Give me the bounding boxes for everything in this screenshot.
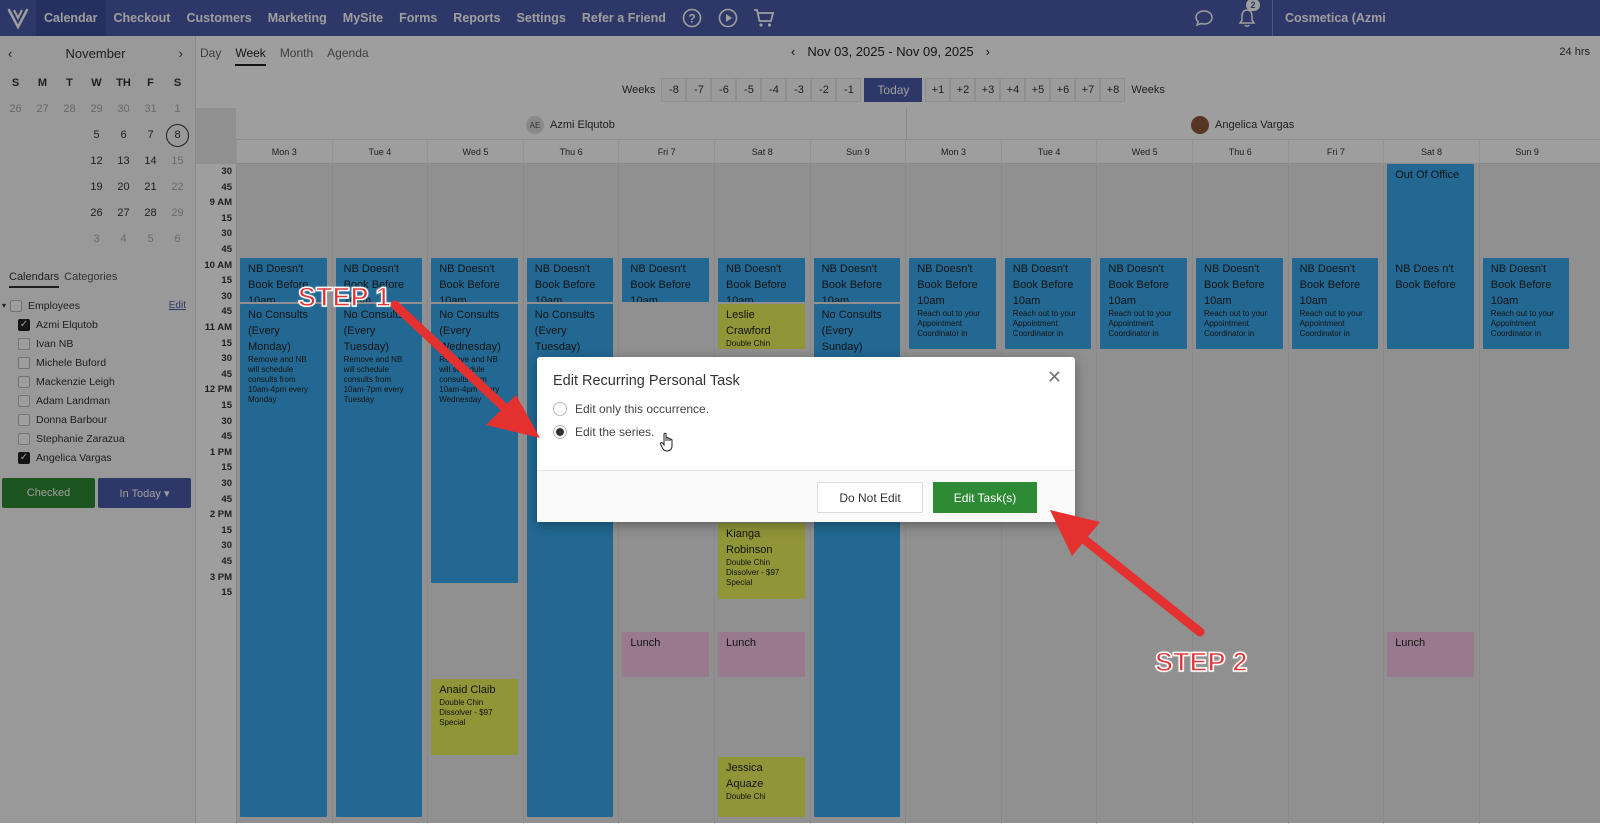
step2-label: STEP 2 xyxy=(1154,646,1248,678)
step1-arrow xyxy=(390,300,540,438)
step1-label: STEP 1 xyxy=(297,281,391,313)
step2-arrow xyxy=(1050,510,1205,637)
annotation-arrows xyxy=(390,300,1205,637)
